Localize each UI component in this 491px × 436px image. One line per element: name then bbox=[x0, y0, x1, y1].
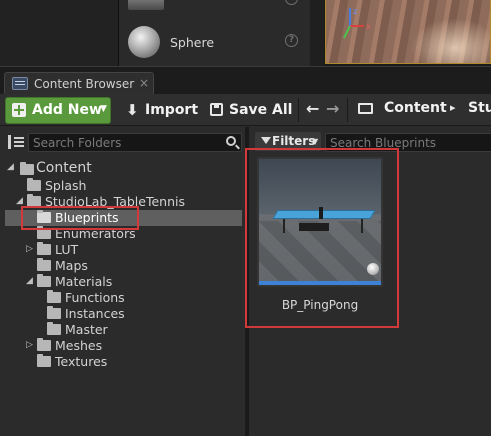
placement-item-sphere[interactable]: Sphere ? bbox=[119, 24, 311, 58]
collapsed-arrow-icon[interactable]: ▷ bbox=[26, 244, 33, 254]
annotation-highlight-asset bbox=[245, 148, 399, 328]
tree-item-label: Functions bbox=[65, 290, 125, 305]
content-browser-icon bbox=[12, 77, 28, 90]
folder-icon bbox=[37, 242, 51, 255]
folder-icon[interactable] bbox=[358, 103, 373, 114]
tree-item-label: LUT bbox=[55, 242, 79, 257]
import-button[interactable]: ⬇ Import bbox=[120, 97, 198, 124]
chevron-down-icon: ▼ bbox=[100, 104, 107, 114]
help-icon[interactable]: ? bbox=[285, 0, 298, 5]
content-browser-toolbar: Add New ▼ ⬇ Import Save All ← → Content … bbox=[0, 94, 491, 126]
folder-icon bbox=[37, 274, 51, 287]
toolbar-separator bbox=[298, 98, 299, 122]
save-icon bbox=[210, 103, 223, 116]
folder-icon bbox=[47, 322, 61, 335]
back-arrow-icon[interactable]: ← bbox=[306, 99, 319, 118]
search-folders-input[interactable] bbox=[28, 133, 242, 152]
expanded-arrow-icon[interactable]: ◢ bbox=[16, 196, 23, 206]
tree-item-label: Master bbox=[65, 322, 108, 337]
help-icon[interactable]: ? bbox=[285, 34, 298, 47]
top-left-panel bbox=[0, 0, 118, 66]
breadcrumb-project[interactable]: Stu bbox=[468, 100, 491, 116]
expanded-arrow-icon[interactable]: ◢ bbox=[7, 162, 14, 172]
tree-item-label: Materials bbox=[55, 274, 113, 289]
svg-text:x: x bbox=[366, 22, 371, 31]
search-icon[interactable] bbox=[226, 136, 236, 146]
annotation-highlight-folder bbox=[21, 206, 139, 230]
tree-item-label: Textures bbox=[55, 354, 108, 369]
level-viewport[interactable]: z x bbox=[325, 0, 491, 64]
sources-panel-toggle-icon[interactable] bbox=[8, 135, 24, 149]
save-all-label: Save All bbox=[229, 102, 293, 118]
tree-item-label: Splash bbox=[45, 178, 87, 193]
placement-item-label: Sphere bbox=[170, 35, 215, 50]
breadcrumb-separator-icon[interactable]: ▸ bbox=[450, 101, 456, 114]
tree-item-label: Content bbox=[36, 160, 92, 176]
chevron-down-icon: ▼ bbox=[312, 137, 319, 146]
folder-icon bbox=[37, 338, 51, 351]
import-icon: ⬇ bbox=[126, 101, 139, 119]
filters-label: Filters bbox=[272, 134, 316, 148]
expanded-arrow-icon[interactable]: ◢ bbox=[26, 276, 33, 286]
filter-icon bbox=[261, 137, 271, 144]
collapsed-arrow-icon[interactable]: ▷ bbox=[26, 340, 33, 350]
folder-icon bbox=[37, 354, 51, 367]
plus-icon bbox=[12, 103, 26, 117]
folder-icon bbox=[37, 258, 51, 271]
tree-item-label: Meshes bbox=[55, 338, 103, 353]
add-new-label: Add New bbox=[32, 102, 102, 118]
import-label: Import bbox=[145, 102, 199, 118]
top-strip: ? Sphere ? z x bbox=[0, 0, 491, 66]
folder-icon bbox=[27, 178, 41, 191]
placement-panel: ? Sphere ? bbox=[118, 0, 310, 66]
cube-icon bbox=[128, 0, 164, 10]
tab-bar: Content Browser × bbox=[0, 66, 491, 95]
sphere-icon bbox=[128, 26, 160, 58]
tree-item-label: Instances bbox=[65, 306, 125, 321]
breadcrumb-content[interactable]: Content bbox=[384, 100, 447, 116]
folder-icon bbox=[47, 290, 61, 303]
add-new-button[interactable]: Add New ▼ bbox=[5, 97, 111, 124]
close-icon[interactable]: × bbox=[139, 76, 149, 90]
save-all-button[interactable]: Save All bbox=[204, 97, 296, 124]
viewport-light bbox=[410, 18, 490, 63]
tab-label: Content Browser bbox=[34, 77, 135, 91]
tab-content-browser[interactable]: Content Browser × bbox=[4, 72, 154, 95]
forward-arrow-icon[interactable]: → bbox=[326, 99, 339, 118]
axis-gizmo-icon: z x bbox=[343, 7, 371, 39]
folder-icon bbox=[47, 306, 61, 319]
svg-text:z: z bbox=[353, 7, 357, 16]
toolbar-separator bbox=[347, 98, 348, 122]
tree-item-label: Maps bbox=[55, 258, 88, 273]
panel-separator bbox=[310, 0, 324, 66]
folder-icon bbox=[20, 162, 34, 175]
